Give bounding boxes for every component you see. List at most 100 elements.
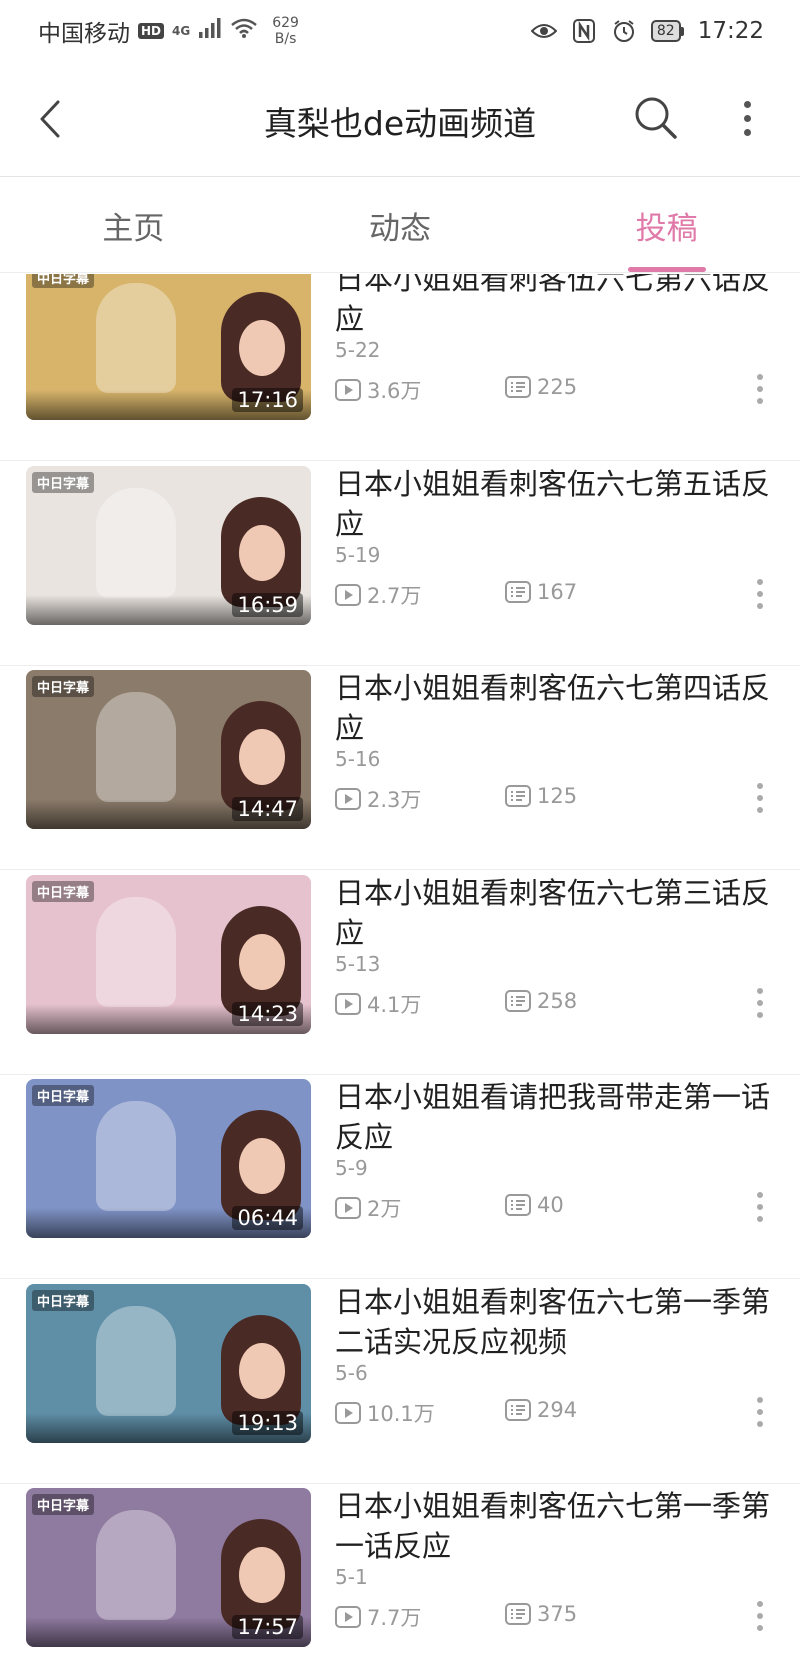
signal-icon [198,17,222,45]
more-vert-icon [743,128,751,136]
view-count-value: 3.6万 [367,379,422,403]
video-item[interactable]: 中日字幕 14:47 日本小姐姐看刺客伍六七第四话反应 5-16 2.3万 12… [0,666,800,870]
video-thumbnail[interactable]: 中日字幕 14:47 [26,670,311,829]
video-title[interactable]: 日本小姐姐看刺客伍六七第一季第一话反应 [335,1486,775,1566]
video-more-button[interactable] [752,1596,768,1636]
more-vert-icon [757,1396,763,1403]
status-right: 82 17:22 [530,18,764,44]
channel-tabs: 主页 动态 投稿 [0,178,800,273]
danmaku-icon [505,785,531,807]
network-type: 4G [172,24,191,38]
network-speed: 629 B/s [272,15,299,47]
more-options-button[interactable] [730,94,764,142]
video-item[interactable]: 中日字幕 14:23 日本小姐姐看刺客伍六七第三话反应 5-13 4.1万 25… [0,871,800,1075]
video-item[interactable]: 中日字幕 17:57 日本小姐姐看刺客伍六七第一季第一话反应 5-1 7.7万 … [0,1484,800,1659]
cartoon-figure [96,487,176,598]
status-left: 中国移动 HD 4G 629 B/s [38,14,299,48]
tab-home[interactable]: 主页 [0,178,267,272]
more-vert-icon [757,1192,763,1198]
tab-dynamics[interactable]: 动态 [267,178,534,272]
tab-uploads[interactable]: 投稿 [533,178,800,272]
upload-date: 5-6 [335,1360,368,1385]
view-count: 7.7万 [335,1602,421,1632]
video-thumbnail[interactable]: 中日字幕 17:16 [26,274,311,420]
comment-count: 225 [505,375,577,399]
cartoon-figure [96,692,176,802]
comment-count-value: 225 [537,375,578,399]
page-title: 真梨也de动画频道 [263,104,537,143]
play-icon [335,992,361,1015]
video-title[interactable]: 日本小姐姐看刺客伍六七第三话反应 [335,873,775,953]
video-more-button[interactable] [752,1392,768,1432]
video-more-button[interactable] [752,1187,768,1227]
battery-icon: 82 [650,20,684,42]
video-title[interactable]: 日本小姐姐看刺客伍六七第四话反应 [335,668,775,748]
comment-count: 167 [505,580,577,604]
danmaku-icon [505,989,531,1012]
carrier-name: 中国移动 [38,21,130,47]
more-vert-icon [757,398,763,404]
video-more-button[interactable] [752,574,768,614]
subtitle-tag: 中日字幕 [32,471,95,493]
video-duration: 16:59 [232,592,303,617]
video-item[interactable]: 中日字幕 16:59 日本小姐姐看刺客伍六七第五话反应 5-19 2.7万 16… [0,462,800,666]
view-count-value: 10.1万 [367,1401,435,1426]
view-count: 10.1万 [335,1398,435,1428]
upload-date: 5-1 [335,1565,368,1589]
view-count-value: 2.7万 [367,583,422,608]
comment-count: 375 [505,1602,577,1626]
comment-count: 258 [505,989,577,1013]
comment-count-value: 258 [537,988,578,1013]
video-more-button[interactable] [752,983,768,1023]
more-vert-icon [743,100,751,108]
more-vert-icon [757,987,763,994]
back-button[interactable] [30,96,70,142]
video-more-button[interactable] [752,369,768,409]
host-figure [221,292,301,402]
video-thumbnail[interactable]: 中日字幕 06:44 [26,1079,311,1238]
danmaku-icon [505,1603,531,1625]
status-bar: 中国移动 HD 4G 629 B/s 82 17:22 [0,0,800,62]
play-icon [335,1401,361,1424]
more-vert-icon [757,1420,763,1427]
video-more-button[interactable] [752,778,768,818]
video-duration: 19:13 [232,1410,303,1435]
play-icon [335,788,361,810]
video-thumbnail[interactable]: 中日字幕 17:57 [26,1488,311,1647]
video-title[interactable]: 日本小姐姐看刺客伍六七第五话反应 [335,464,775,544]
upload-date: 5-13 [335,951,381,976]
view-count-value: 2万 [367,1197,402,1221]
comment-count-value: 294 [537,1397,578,1422]
video-title[interactable]: 日本小姐姐看刺客伍六七第一季第二话实况反应视频 [335,1282,775,1362]
host-figure [221,1519,301,1629]
video-thumbnail[interactable]: 中日字幕 16:59 [26,465,311,625]
search-button[interactable] [632,94,680,142]
video-item[interactable]: 中日字幕 19:13 日本小姐姐看刺客伍六七第一季第二话实况反应视频 5-6 1… [0,1280,800,1484]
cartoon-figure [96,283,176,393]
video-title[interactable]: 日本小姐姐看请把我哥带走第一话反应 [335,1077,775,1157]
speed-unit: B/s [274,31,297,47]
video-item[interactable]: 中日字幕 17:16 日本小姐姐看刺客伍六七第六话反应 5-22 3.6万 22… [0,274,800,461]
subtitle-tag: 中日字幕 [32,274,95,288]
upload-date: 5-9 [335,1156,368,1180]
more-vert-icon [757,374,763,380]
video-thumbnail[interactable]: 中日字幕 14:23 [26,874,311,1034]
nfc-icon [571,18,597,44]
video-thumbnail[interactable]: 中日字幕 19:13 [26,1283,311,1443]
subtitle-tag: 中日字幕 [32,1289,95,1311]
more-vert-icon [757,1204,763,1210]
play-icon [335,379,361,401]
play-icon [335,1606,361,1628]
comment-count-value: 375 [537,1602,578,1626]
more-vert-icon [757,807,763,813]
host-figure [221,1314,301,1425]
video-item[interactable]: 中日字幕 06:44 日本小姐姐看请把我哥带走第一话反应 5-9 2万 40 [0,1075,800,1279]
comment-count-value: 167 [537,579,578,604]
video-title[interactable]: 日本小姐姐看刺客伍六七第六话反应 [335,274,775,339]
video-duration: 14:47 [232,797,303,821]
more-vert-icon [757,1216,763,1222]
video-duration: 17:16 [232,388,303,412]
comment-count: 294 [505,1398,577,1422]
video-duration: 06:44 [232,1206,303,1230]
view-count-value: 2.3万 [367,788,422,812]
